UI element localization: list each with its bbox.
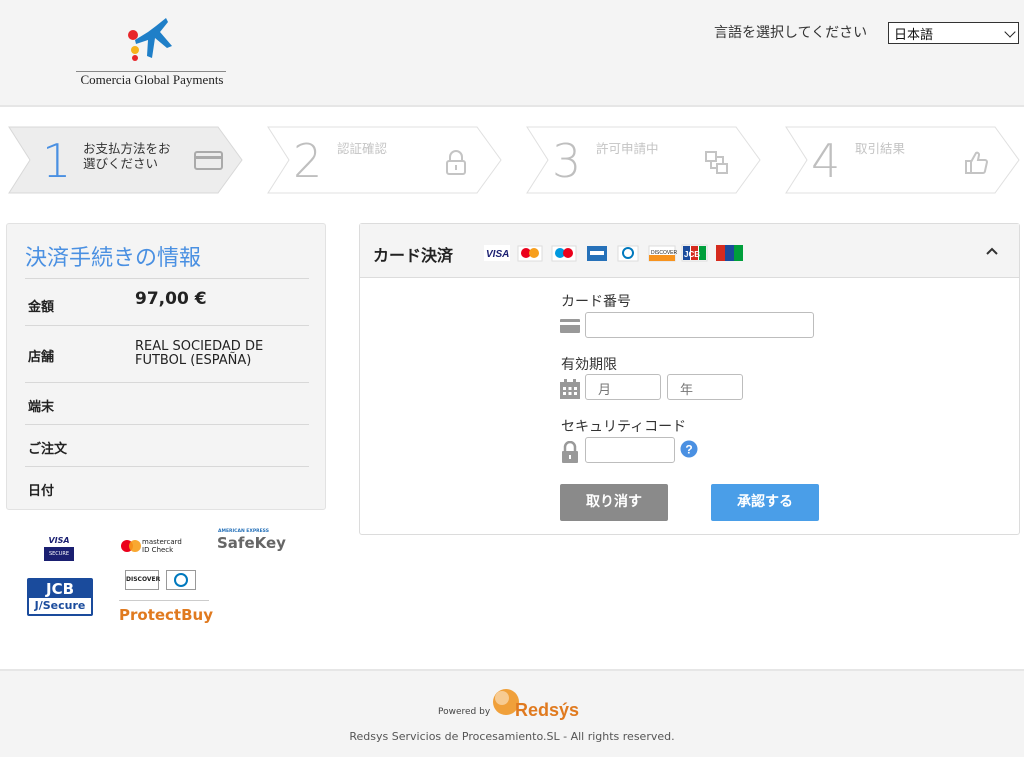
footer: Powered by Redsýs Redsys Servicios de Pr… [0, 669, 1024, 757]
step-1: 1 お支払方法をお 選びください [8, 126, 244, 194]
expiry-month-input[interactable]: 月 [585, 374, 661, 400]
comercia-logo: Comercia Global Payments [72, 14, 232, 94]
mastercard-idcheck-logo: mastercard ID Check [120, 538, 192, 558]
info-key: 端末 [28, 400, 55, 415]
step-number: 3 [552, 134, 582, 188]
help-icon[interactable]: ? [680, 440, 698, 458]
maestro-icon [551, 245, 577, 262]
info-key: 日付 [28, 484, 55, 499]
redsys-logo: Redsýs [492, 687, 592, 723]
header: Comercia Global Payments 言語を選択してください 日本語 [0, 0, 1024, 107]
mastercard-icon [121, 540, 141, 552]
amex-icon [587, 246, 607, 261]
copyright-text: Redsys Servicios de Procesamiento.SL - A… [349, 730, 675, 743]
credit-card-icon [194, 151, 223, 170]
card-number-input[interactable] [585, 312, 814, 338]
discover-icon: DISCOVER [648, 245, 678, 262]
unionpay-icon [716, 245, 743, 261]
star-logo-icon [128, 18, 172, 61]
step-label: 認証確認 [337, 141, 388, 156]
step-number: 2 [293, 134, 323, 188]
info-row-merchant: 店舗 REAL SOCIEDAD DE FUTBOL (ESPAÑA) [25, 325, 309, 382]
step-4: 4 取引結果 [785, 126, 1021, 194]
svg-text:JCB: JCB [684, 250, 700, 259]
cvv-label: セキュリティコード [561, 419, 687, 435]
info-value: 97,00 € [135, 289, 207, 309]
thumbs-up-icon [965, 151, 989, 174]
info-key: 金額 [28, 300, 55, 315]
info-row-order: ご注文 [25, 424, 309, 466]
svg-text:DISCOVER: DISCOVER [651, 250, 678, 256]
card-brand-logos: VISA DISCOVER JCB [484, 244, 743, 262]
step-label: お支払方法をお 選びください [83, 141, 171, 171]
step-3: 3 許可申請中 [526, 126, 762, 194]
step-number: 1 [42, 134, 72, 188]
step-label: 取引結果 [855, 141, 906, 156]
step-2: 2 認証確認 [267, 126, 503, 194]
visa-secure-logo: VISA SECURE [44, 536, 74, 564]
expiry-label: 有効期限 [561, 357, 617, 373]
cancel-button[interactable]: 取り消す [560, 484, 668, 521]
info-key: 店舗 [28, 350, 55, 365]
calendar-icon [560, 379, 580, 399]
redsys-wordmark: Redsýs [515, 700, 580, 720]
chevron-down-icon [1004, 26, 1016, 38]
lock-icon [446, 150, 466, 175]
language-label: 言語を選択してください [714, 25, 868, 41]
language-selected-value: 日本語 [894, 28, 934, 43]
info-title: 決済手続きの情報 [25, 246, 202, 271]
info-row-terminal: 端末 [25, 382, 309, 424]
diners-icon [617, 245, 639, 262]
jcb-jsecure-logo: JCB J/Secure [27, 578, 93, 616]
logo-text: Comercia Global Payments [80, 72, 224, 87]
security-brands: VISA SECURE mastercard ID Check AMERICAN… [6, 528, 326, 628]
info-row-amount: 金額 97,00 € [25, 278, 309, 325]
svg-text:?: ? [685, 443, 692, 457]
svg-text:VISA: VISA [486, 249, 509, 260]
diners-club-icon [174, 573, 188, 587]
protectbuy-logo: ProtectBuy [119, 600, 213, 626]
language-select[interactable]: 日本語 [888, 22, 1019, 44]
card-icon [560, 319, 580, 333]
powered-by-label: Powered by [438, 707, 491, 717]
jcb-icon: JCB [681, 244, 708, 262]
transfer-icon [705, 151, 728, 174]
payment-info-panel: 決済手続きの情報 金額 97,00 € 店舗 REAL SOCIEDAD DE … [6, 223, 326, 510]
card-panel-title: カード決済 [373, 246, 454, 265]
info-row-date: 日付 [25, 466, 309, 508]
card-number-label: カード番号 [561, 294, 631, 310]
chevron-up-icon[interactable] [984, 244, 1000, 258]
amex-safekey-logo: AMERICAN EXPRESS SafeKey [217, 529, 286, 552]
visa-icon: VISA [484, 245, 510, 261]
step-number: 4 [811, 134, 841, 188]
lock-icon [562, 441, 578, 463]
cvv-input[interactable] [585, 437, 675, 463]
info-key: ご注文 [28, 442, 68, 457]
discover-logo: DISCOVER [125, 570, 160, 590]
card-panel-header[interactable]: カード決済 VISA DISCOVER JCB [360, 224, 1019, 278]
expiry-year-input[interactable]: 年 [667, 374, 743, 400]
step-label: 許可申請中 [596, 141, 659, 156]
diners-logo [166, 570, 196, 590]
submit-button[interactable]: 承認する [711, 484, 819, 521]
card-payment-panel: カード決済 VISA DISCOVER JCB カード番号 有効期限 月 年 セ… [359, 223, 1020, 535]
mastercard-icon [517, 245, 543, 262]
info-value: REAL SOCIEDAD DE FUTBOL (ESPAÑA) [135, 339, 264, 368]
